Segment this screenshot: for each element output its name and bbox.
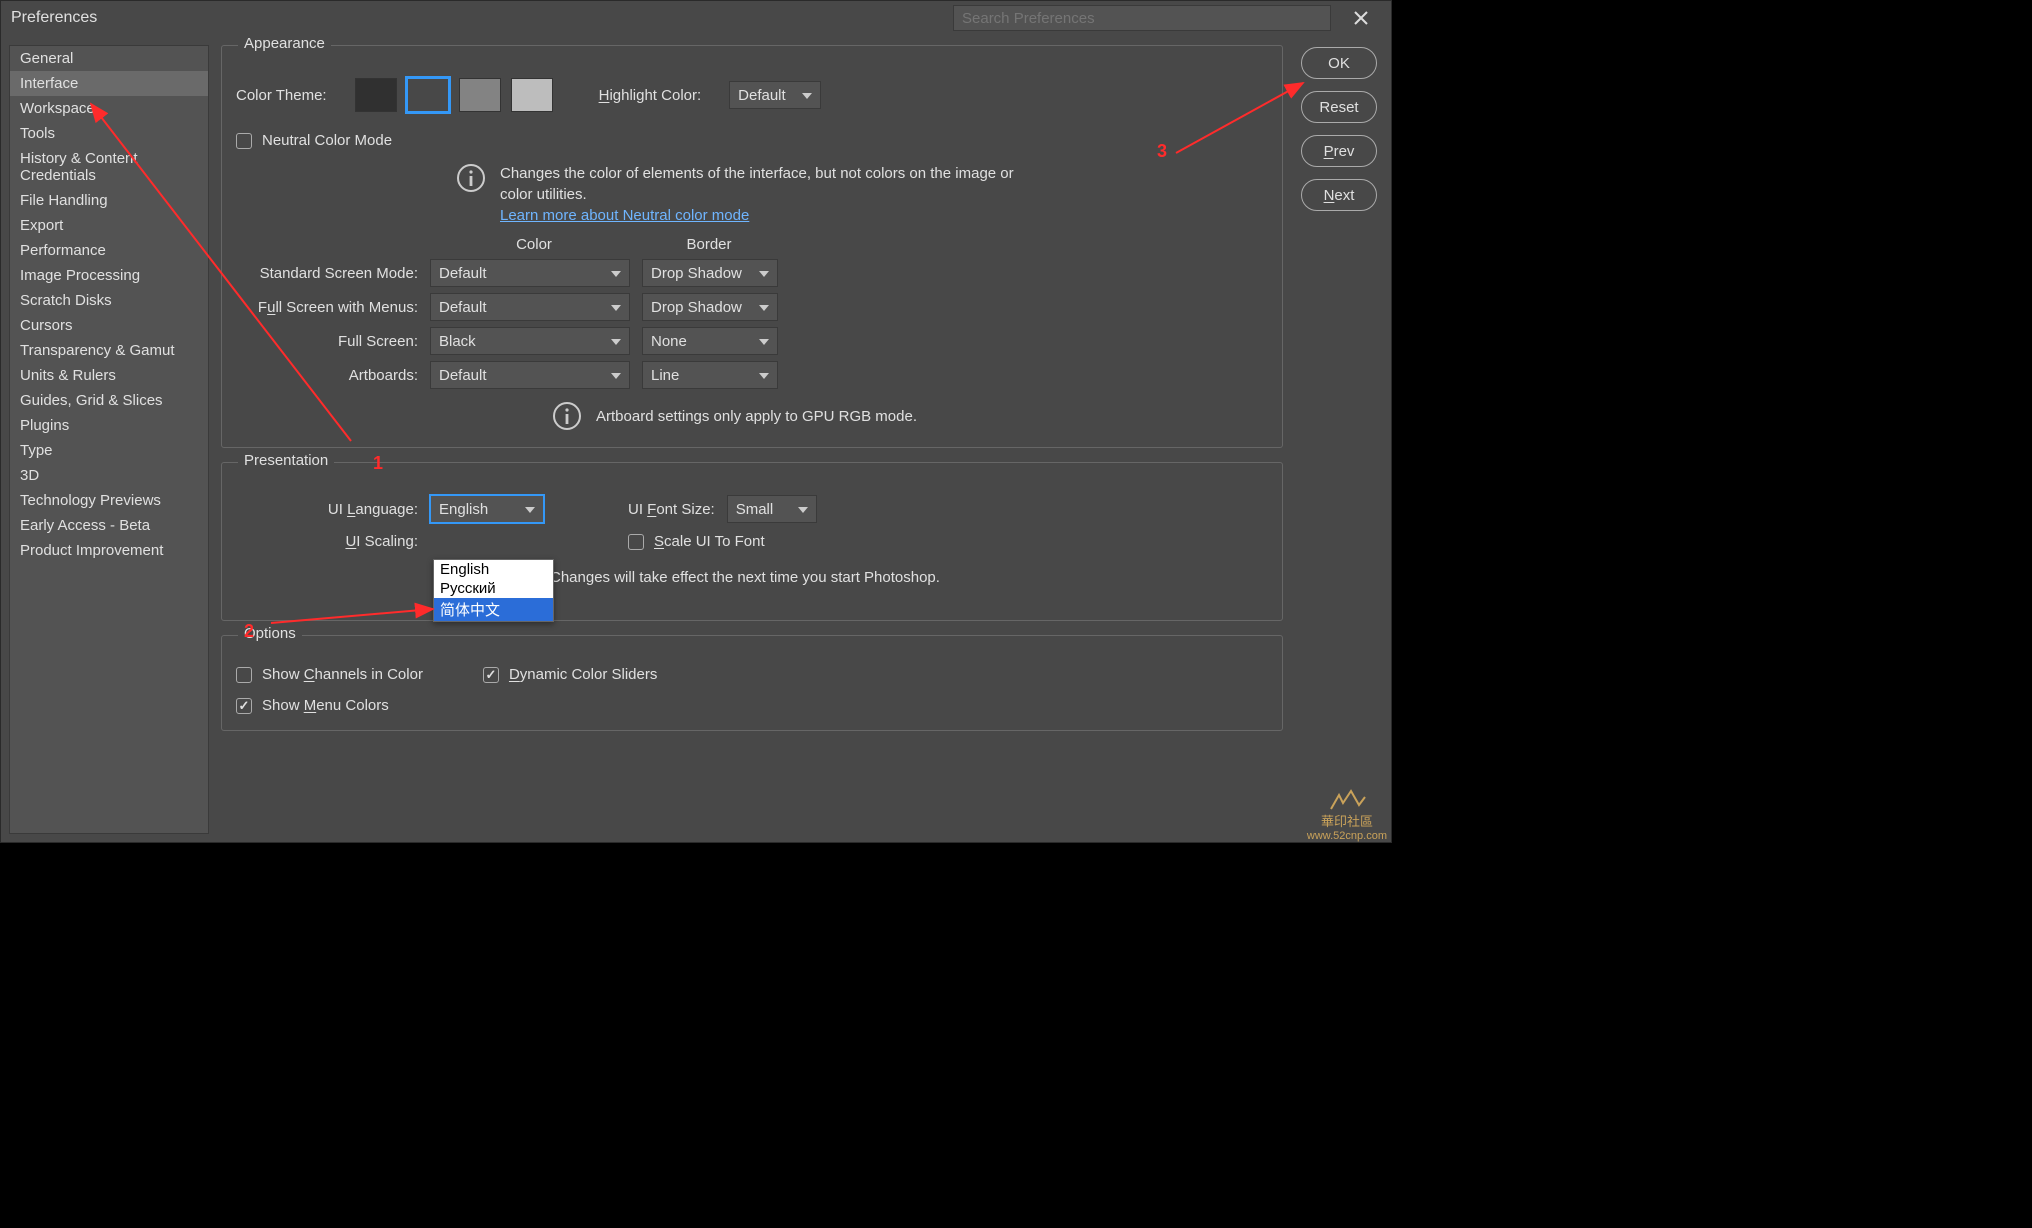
standard-screen-color-select[interactable]: Default: [430, 259, 630, 287]
main-content: Appearance Color Theme: HHighlight Color…: [221, 45, 1283, 834]
sidebar: General Interface Workspace Tools Histor…: [9, 45, 209, 834]
appearance-group-label: Appearance: [238, 35, 331, 52]
border-column-header: Border: [634, 236, 784, 253]
info-icon: [552, 401, 582, 431]
highlight-color-label: HHighlight Color:ighlight Color:: [599, 87, 702, 104]
sidebar-item-3d[interactable]: 3D: [10, 463, 208, 488]
sidebar-item-scratch-disks[interactable]: Scratch Disks: [10, 288, 208, 313]
appearance-group: Appearance Color Theme: HHighlight Color…: [221, 45, 1283, 448]
info-icon: [456, 163, 486, 193]
fullscreen-menus-label: Full Screen with Menus:: [236, 299, 418, 316]
sidebar-item-product-improvement[interactable]: Product Improvement: [10, 538, 208, 563]
options-group-label: Options: [238, 625, 302, 642]
sidebar-item-guides[interactable]: Guides, Grid & Slices: [10, 388, 208, 413]
sidebar-item-tools[interactable]: Tools: [10, 121, 208, 146]
dynamic-sliders-label: Dynamic Color Sliders: [509, 666, 657, 683]
language-option-chinese[interactable]: 简体中文: [434, 598, 553, 621]
ui-language-select[interactable]: English: [430, 495, 544, 523]
artboards-border-select[interactable]: Line: [642, 361, 778, 389]
ui-language-label: UI Language:: [236, 501, 418, 518]
search-input[interactable]: [953, 5, 1331, 31]
neutral-color-mode-label: Neutral Color Mode: [262, 132, 392, 149]
fullscreen-menus-border-select[interactable]: Drop Shadow: [642, 293, 778, 321]
language-dropdown-list: English Русский 简体中文: [433, 559, 554, 622]
show-menu-colors-checkbox[interactable]: [236, 698, 252, 714]
theme-swatch-medium[interactable]: [459, 78, 501, 112]
standard-screen-border-select[interactable]: Drop Shadow: [642, 259, 778, 287]
ui-font-size-label: UI Font Size:: [628, 501, 715, 518]
ui-scaling-label: UI Scaling:: [236, 533, 418, 550]
close-icon: [1353, 10, 1369, 26]
watermark-icon: [1325, 789, 1369, 811]
neutral-info-text: Changes the color of elements of the int…: [500, 165, 1014, 203]
neutral-learn-more-link[interactable]: Learn more about Neutral color mode: [500, 207, 749, 224]
show-channels-checkbox[interactable]: [236, 667, 252, 683]
sidebar-item-file-handling[interactable]: File Handling: [10, 188, 208, 213]
sidebar-item-transparency[interactable]: Transparency & Gamut: [10, 338, 208, 363]
preferences-window: Preferences General Interface Workspace …: [0, 0, 1392, 843]
language-option-english[interactable]: English: [434, 560, 553, 579]
sidebar-item-interface[interactable]: Interface: [10, 71, 208, 96]
presentation-group-label: Presentation: [238, 452, 334, 469]
watermark-brand: 華印社區: [1321, 811, 1373, 830]
fullscreen-menus-color-select[interactable]: Default: [430, 293, 630, 321]
sidebar-item-performance[interactable]: Performance: [10, 238, 208, 263]
theme-swatch-darkest[interactable]: [355, 78, 397, 112]
presentation-group: Presentation UI Language: English UI Fon…: [221, 462, 1283, 621]
color-column-header: Color: [434, 236, 634, 253]
highlight-color-select[interactable]: Default: [729, 81, 821, 109]
watermark: 華印社區 www.52cnp.com: [1307, 789, 1387, 842]
artboards-label: Artboards:: [236, 367, 418, 384]
dialog-buttons: OK Reset Prev Next: [1295, 45, 1383, 834]
close-button[interactable]: [1341, 2, 1381, 34]
prev-button[interactable]: Prev: [1301, 135, 1377, 167]
color-theme-label: Color Theme:: [236, 87, 327, 104]
fullscreen-color-select[interactable]: Black: [430, 327, 630, 355]
neutral-color-mode-checkbox[interactable]: [236, 133, 252, 149]
reset-button[interactable]: Reset: [1301, 91, 1377, 123]
watermark-url: www.52cnp.com: [1307, 830, 1387, 842]
sidebar-item-export[interactable]: Export: [10, 213, 208, 238]
sidebar-item-units[interactable]: Units & Rulers: [10, 363, 208, 388]
show-menu-colors-label: Show Menu Colors: [262, 697, 389, 714]
window-title: Preferences: [11, 9, 97, 27]
scale-to-font-label: Scale UI To Font: [654, 533, 765, 550]
sidebar-item-general[interactable]: General: [10, 46, 208, 71]
scale-to-font-checkbox[interactable]: [628, 534, 644, 550]
language-option-russian[interactable]: Русский: [434, 579, 553, 598]
sidebar-item-history[interactable]: History & Content Credentials: [10, 146, 208, 188]
artboards-color-select[interactable]: Default: [430, 361, 630, 389]
restart-note-text: Changes will take effect the next time y…: [550, 569, 940, 586]
standard-screen-label: Standard Screen Mode:: [236, 265, 418, 282]
ui-font-size-select[interactable]: Small: [727, 495, 817, 523]
options-group: Options Show Channels in Color Show Menu…: [221, 635, 1283, 731]
artboard-note-text: Artboard settings only apply to GPU RGB …: [596, 408, 917, 425]
fullscreen-label: Full Screen:: [236, 333, 418, 350]
sidebar-item-early-access[interactable]: Early Access - Beta: [10, 513, 208, 538]
fullscreen-border-select[interactable]: None: [642, 327, 778, 355]
ok-button[interactable]: OK: [1301, 47, 1377, 79]
theme-swatch-light[interactable]: [511, 78, 553, 112]
show-channels-label: Show Channels in Color: [262, 666, 423, 683]
theme-swatch-dark[interactable]: [407, 78, 449, 112]
titlebar: Preferences: [1, 1, 1391, 35]
next-button[interactable]: Next: [1301, 179, 1377, 211]
sidebar-item-workspace[interactable]: Workspace: [10, 96, 208, 121]
sidebar-item-image-processing[interactable]: Image Processing: [10, 263, 208, 288]
sidebar-item-tech-previews[interactable]: Technology Previews: [10, 488, 208, 513]
dynamic-sliders-checkbox[interactable]: [483, 667, 499, 683]
sidebar-item-plugins[interactable]: Plugins: [10, 413, 208, 438]
sidebar-item-type[interactable]: Type: [10, 438, 208, 463]
sidebar-item-cursors[interactable]: Cursors: [10, 313, 208, 338]
